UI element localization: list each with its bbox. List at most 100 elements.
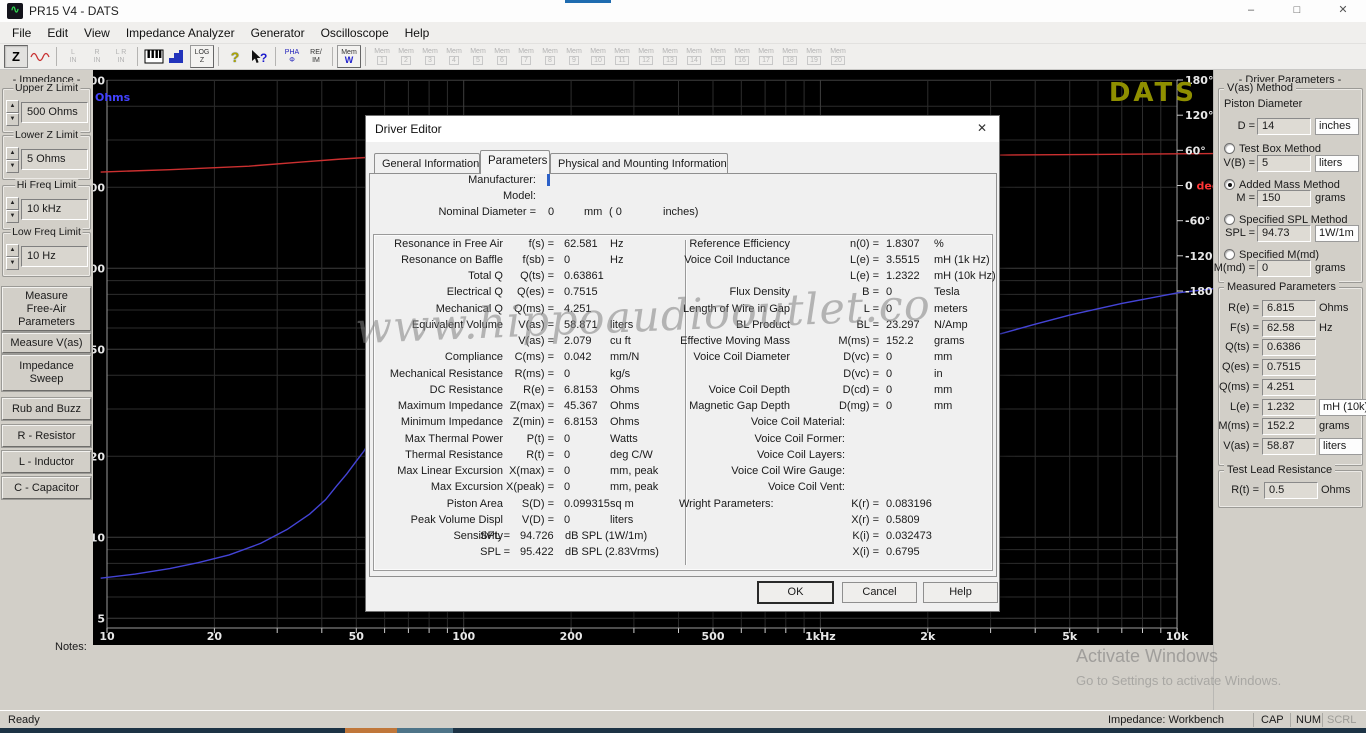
field-input[interactable]: 0.6386 — [1262, 339, 1316, 356]
measure-vas-button[interactable]: Measure V(as) — [2, 333, 91, 353]
menu-oscilloscope[interactable]: Oscilloscope — [313, 23, 397, 43]
context-help-button[interactable]: ? — [247, 45, 271, 68]
taskbar-edge[interactable] — [0, 728, 1366, 733]
field-input[interactable]: 5 — [1257, 155, 1311, 172]
menu-impedance-analyzer[interactable]: Impedance Analyzer — [118, 23, 243, 43]
limit-value-field[interactable]: 5 Ohms — [21, 149, 88, 170]
phase-button[interactable]: PHAΦ — [280, 45, 304, 68]
field-input[interactable]: 58.87 — [1262, 438, 1316, 455]
field-input[interactable]: 0.5 — [1264, 482, 1318, 499]
param-value[interactable]: 0 — [886, 286, 892, 298]
param-value[interactable]: 0.5809 — [886, 514, 920, 526]
limit-value-field[interactable]: 500 Ohms — [21, 102, 88, 123]
l-inductor-button[interactable]: L - Inductor — [2, 451, 91, 473]
signal-keyboard-button[interactable] — [142, 45, 166, 68]
mem-slot-3-button[interactable]: Mem3 — [418, 45, 442, 68]
sine-generator-button[interactable] — [28, 45, 52, 68]
left-input-button[interactable]: LIN — [61, 45, 85, 68]
spinner-control[interactable]: ▲▼ — [6, 244, 19, 270]
param-value[interactable]: 152.2 — [886, 335, 914, 347]
param-value[interactable]: 0 — [886, 384, 892, 396]
dialog-close-icon[interactable]: ✕ — [965, 116, 999, 142]
radio-icon[interactable] — [1224, 179, 1235, 190]
taskbar-app-orange[interactable] — [345, 728, 397, 733]
minimize-button[interactable]: – — [1228, 0, 1274, 22]
tab-general-information[interactable]: General Information — [374, 153, 480, 174]
measure-free-air-button[interactable]: MeasureFree-AirParameters — [2, 287, 91, 331]
right-input-button[interactable]: RIN — [85, 45, 109, 68]
mem-slot-4-button[interactable]: Mem4 — [442, 45, 466, 68]
spinner-down-icon[interactable]: ▼ — [6, 210, 19, 223]
close-button[interactable]: ✕ — [1320, 0, 1366, 22]
menu-file[interactable]: File — [4, 23, 39, 43]
field-input[interactable]: 14 — [1257, 118, 1311, 135]
rub-and-buzz-button[interactable]: Rub and Buzz — [2, 398, 91, 420]
field-input[interactable]: 94.73 — [1257, 225, 1311, 242]
help-button[interactable]: ? — [223, 45, 247, 68]
param-value[interactable]: 0 — [886, 351, 892, 363]
r-resistor-button[interactable]: R - Resistor — [2, 425, 91, 447]
field-input[interactable]: 152.2 — [1262, 418, 1316, 435]
field-input[interactable]: 4.251 — [1262, 379, 1316, 396]
field-input[interactable]: 150 — [1257, 190, 1311, 207]
mem-slot-2-button[interactable]: Mem2 — [394, 45, 418, 68]
field-input[interactable]: 1.232 — [1262, 399, 1316, 416]
spinner-down-icon[interactable]: ▼ — [6, 160, 19, 173]
radio-icon[interactable] — [1224, 143, 1235, 154]
mem-slot-16-button[interactable]: Mem16 — [730, 45, 754, 68]
limit-value-field[interactable]: 10 Hz — [21, 246, 88, 267]
re-im-button[interactable]: RE/IM — [304, 45, 328, 68]
mem-slot-8-button[interactable]: Mem8 — [538, 45, 562, 68]
dialog-title-bar[interactable]: Driver Editor ✕ — [366, 116, 999, 142]
param-value[interactable]: 1.8307 — [886, 238, 920, 250]
radio-icon[interactable] — [1224, 249, 1235, 260]
mem-slot-12-button[interactable]: Mem12 — [634, 45, 658, 68]
tab-physical-mounting[interactable]: Physical and Mounting Information — [550, 153, 728, 174]
mem-slot-20-button[interactable]: Mem20 — [826, 45, 850, 68]
param-value[interactable]: 23.297 — [886, 319, 920, 331]
mem-slot-10-button[interactable]: Mem10 — [586, 45, 610, 68]
radio-test-box-method[interactable]: Test Box Method — [1224, 142, 1321, 155]
taskbar-app-teal[interactable] — [397, 728, 453, 733]
mem-slot-14-button[interactable]: Mem14 — [682, 45, 706, 68]
param-value[interactable]: 1.2322 — [886, 270, 920, 282]
mem-slot-17-button[interactable]: Mem17 — [754, 45, 778, 68]
spinner-control[interactable]: ▲▼ — [6, 147, 19, 173]
spinner-up-icon[interactable]: ▲ — [6, 147, 19, 160]
mem-slot-6-button[interactable]: Mem6 — [490, 45, 514, 68]
c-capacitor-button[interactable]: C - Capacitor — [2, 477, 91, 499]
spinner-up-icon[interactable]: ▲ — [6, 100, 19, 113]
param-value[interactable]: 0 — [886, 303, 892, 315]
mem-slot-15-button[interactable]: Mem15 — [706, 45, 730, 68]
param-value[interactable]: 3.5515 — [886, 254, 920, 266]
cancel-button[interactable]: Cancel — [842, 582, 917, 603]
ok-button[interactable]: OK — [758, 582, 833, 603]
mem-slot-11-button[interactable]: Mem11 — [610, 45, 634, 68]
mem-slot-7-button[interactable]: Mem7 — [514, 45, 538, 68]
spinner-down-icon[interactable]: ▼ — [6, 257, 19, 270]
field-input[interactable]: 0.7515 — [1262, 359, 1316, 376]
spinner-control[interactable]: ▲▼ — [6, 100, 19, 126]
param-value[interactable]: 0.6795 — [886, 546, 920, 558]
memory-write-button[interactable]: MemW — [337, 45, 361, 68]
spinner-down-icon[interactable]: ▼ — [6, 113, 19, 126]
param-value[interactable]: 0.032473 — [886, 530, 932, 542]
param-value[interactable]: 0 — [886, 400, 892, 412]
impedance-magnitude-button[interactable]: Z — [4, 45, 28, 68]
mem-slot-9-button[interactable]: Mem9 — [562, 45, 586, 68]
log-z-button[interactable]: LOGZ — [190, 45, 214, 68]
radio-icon[interactable] — [1224, 214, 1235, 225]
text-caret[interactable] — [547, 173, 550, 186]
mem-slot-1-button[interactable]: Mem1 — [370, 45, 394, 68]
mem-slot-13-button[interactable]: Mem13 — [658, 45, 682, 68]
nominal-diameter-mm-value[interactable]: 0 — [548, 206, 554, 218]
maximize-button[interactable]: □ — [1274, 0, 1320, 22]
limit-value-field[interactable]: 10 kHz — [21, 199, 88, 220]
field-input[interactable]: 0 — [1257, 260, 1311, 277]
mem-slot-5-button[interactable]: Mem5 — [466, 45, 490, 68]
lr-input-button[interactable]: L RIN — [109, 45, 133, 68]
spinner-up-icon[interactable]: ▲ — [6, 197, 19, 210]
tab-parameters[interactable]: Parameters — [480, 150, 550, 174]
mem-slot-19-button[interactable]: Mem19 — [802, 45, 826, 68]
spinner-up-icon[interactable]: ▲ — [6, 244, 19, 257]
